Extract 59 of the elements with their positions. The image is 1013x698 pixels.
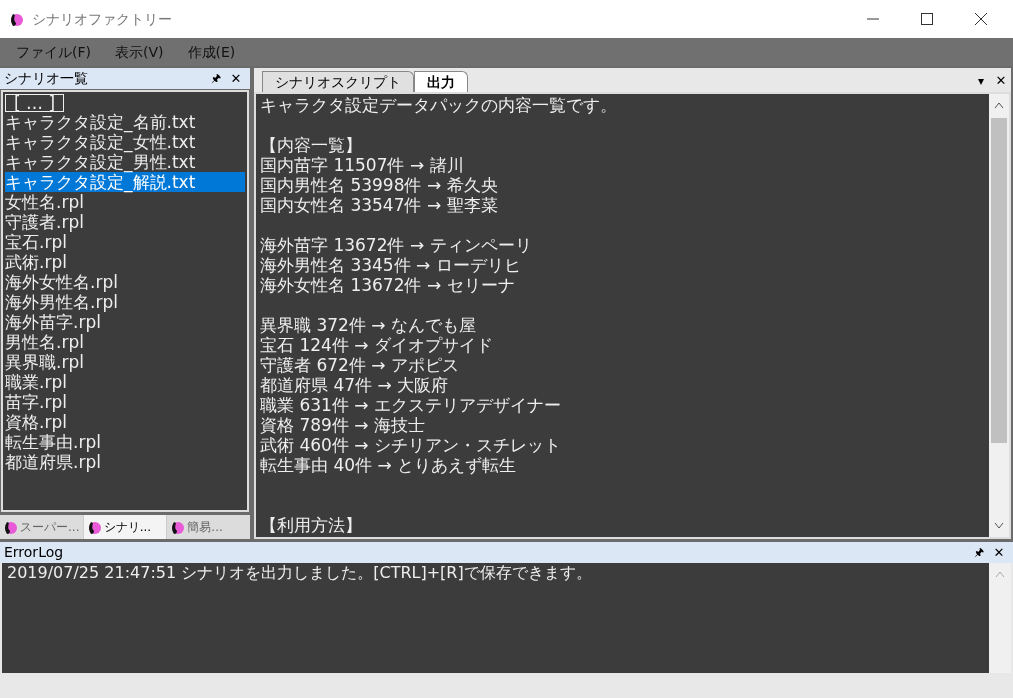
file-item[interactable]: 女性名.rpl [5, 192, 245, 212]
file-item[interactable]: キャラクタ設定_名前.txt [5, 112, 245, 132]
editor-tab[interactable]: 出力 [414, 71, 468, 92]
file-item[interactable]: 都道府県.rpl [5, 452, 245, 472]
file-item[interactable]: 苗字.rpl [5, 392, 245, 412]
output-line: 海外女性名 13672件 → セリーナ [260, 275, 515, 295]
output-line: 都道府県 47件 → 大阪府 [260, 375, 449, 395]
output-line: キャラクタ設定データパックの内容一覧です。 [260, 95, 617, 115]
file-item[interactable]: 海外男性名.rpl [5, 292, 245, 312]
file-item[interactable]: 海外苗字.rpl [5, 312, 245, 332]
maximize-icon[interactable] [921, 13, 933, 25]
close-icon[interactable] [975, 13, 987, 25]
file-item[interactable]: 転生事由.rpl [5, 432, 245, 452]
pin-button[interactable]: 🖈 [969, 547, 989, 558]
output-line: 【利用方法】 [260, 515, 362, 535]
app-logo-icon [169, 519, 186, 535]
close-button[interactable]: ✕ [991, 70, 1011, 92]
output-line: 宝石 124件 → ダイオプサイド [260, 335, 493, 355]
output-line: 異界職 372件 → なんでも屋 [260, 315, 476, 335]
panel-tab[interactable]: スーパー... [0, 515, 83, 539]
output-line: 【内容一覧】 [260, 135, 362, 155]
output-line: 海外男性名 3345件 → ローデリヒ [260, 255, 521, 275]
scroll-thumb[interactable] [991, 118, 1007, 443]
scrollbar[interactable] [989, 94, 1009, 537]
log-line: 2019/07/25 21:47:51 シナリオを出力しました。[CTRL]+[R]で保存できます。 [7, 563, 592, 583]
pin-button[interactable]: 🖈 [206, 73, 226, 84]
output-line: 海外苗字 13672件 → ティンペーリ [260, 235, 532, 255]
file-item[interactable]: 宝石.rpl [5, 232, 245, 252]
editor-tab[interactable]: シナリオスクリプト [262, 71, 414, 92]
menu-item[interactable]: ファイル(F) [16, 41, 91, 63]
file-item[interactable]: 守護者.rpl [5, 212, 245, 232]
panel-tab[interactable]: シナリ... [83, 515, 167, 539]
output-line: 守護者 672件 → アポピス [260, 355, 459, 375]
close-button[interactable]: ✕ [989, 546, 1009, 559]
file-item[interactable]: 男性名.rpl [5, 332, 245, 352]
output-line: 武術 460件 → シチリアン・スチレット [260, 435, 561, 455]
file-item[interactable]: 資格.rpl [5, 412, 245, 432]
menu-item[interactable]: 表示(V) [115, 41, 164, 63]
scrollbar[interactable] [989, 563, 1011, 673]
output-line: 資格 789件 → 海技士 [260, 415, 425, 435]
panel-tab[interactable]: 簡易... [167, 515, 250, 539]
file-item[interactable]: 海外女性名.rpl [5, 272, 245, 292]
panel-title: ErrorLog [4, 543, 65, 562]
dropdown-button[interactable]: ▾ [971, 70, 991, 92]
close-button[interactable]: ✕ [226, 72, 246, 85]
app-logo-icon [2, 519, 18, 535]
file-item[interactable]: 職業.rpl [5, 372, 245, 392]
output-line: 国内男性名 53998件 → 希久央 [260, 175, 498, 195]
output-line: 転生事由 40件 → とりあえず転生 [260, 455, 517, 475]
output-line: 職業 631件 → エクステリアデザイナー [260, 395, 561, 415]
menu-item[interactable]: 作成(E) [187, 41, 236, 63]
file-item[interactable]: 武術.rpl [5, 252, 245, 272]
file-item[interactable]: 異界職.rpl [5, 352, 245, 372]
parent-folder-item[interactable]: [ … ] [5, 94, 65, 112]
output-line: 国内苗字 11507件 → 諸川 [260, 155, 464, 175]
panel-title: シナリオ一覧 [4, 69, 89, 88]
window-title: シナリオファクトリー [32, 9, 173, 29]
output-line: 国内女性名 33547件 → 聖李菜 [260, 195, 498, 215]
app-logo-icon [8, 11, 24, 27]
